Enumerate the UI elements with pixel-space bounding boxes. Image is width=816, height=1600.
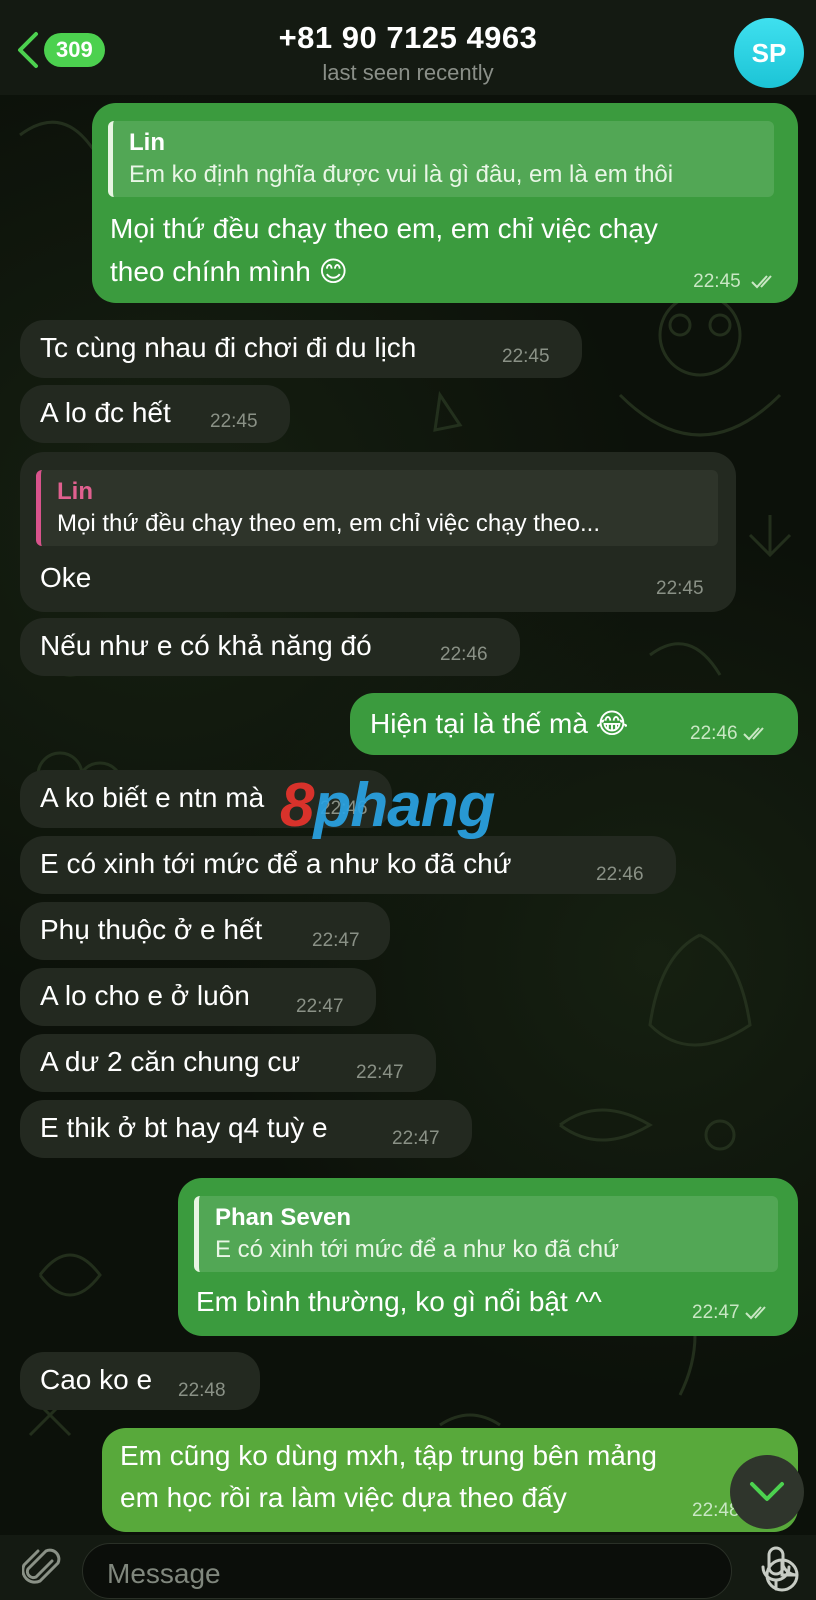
message-meta: 22:46 (690, 723, 770, 745)
message-input-placeholder: Message (107, 1558, 221, 1589)
avatar[interactable]: SP (734, 18, 804, 88)
message-text: Hiện tại là thế mà 😂 (370, 708, 629, 739)
reply-quote[interactable]: Lin Em ko định nghĩa được vui là gì đâu,… (108, 121, 774, 197)
message-time: 22:45 (210, 411, 258, 432)
message-bubble-outgoing[interactable]: Phan Seven E có xinh tới mức để a như ko… (178, 1178, 798, 1336)
chat-header: 309 +81 90 7125 4963 last seen recently … (0, 0, 816, 95)
message-text: A dư 2 căn chung cư (40, 1046, 301, 1077)
message-time: 22:47 (312, 930, 360, 951)
read-receipt-icon (751, 275, 772, 289)
message-text: A ko biết e ntn mà (40, 782, 265, 813)
message-input-bar: Message (0, 1535, 816, 1600)
message-text: A lo cho e ở luôn (40, 980, 250, 1011)
message-bubble-incoming[interactable]: A dư 2 căn chung cư 22:47 (20, 1034, 436, 1092)
microphone-icon[interactable] (758, 1545, 794, 1595)
scroll-to-bottom-button[interactable] (730, 1455, 804, 1529)
message-time: 22:45 (656, 578, 704, 599)
reply-quote[interactable]: Lin Mọi thứ đều chạy theo em, em chỉ việ… (36, 470, 718, 546)
message-time: 22:47 (296, 996, 344, 1017)
message-bubble-outgoing[interactable]: Hiện tại là thế mà 😂 22:46 (350, 693, 798, 755)
message-text: E thik ở bt hay q4 tuỳ e (40, 1112, 328, 1143)
message-bubble-incoming[interactable]: Nếu như e có khả năng đó 22:46 (20, 618, 520, 676)
message-bubble-incoming[interactable]: Tc cùng nhau đi chơi đi du lịch 22:45 (20, 320, 582, 378)
message-text: Nếu như e có khả năng đó (40, 630, 372, 661)
message-bubble-incoming[interactable]: Lin Mọi thứ đều chạy theo em, em chỉ việ… (20, 452, 736, 612)
message-bubble-incoming[interactable]: A lo cho e ở luôn 22:47 (20, 968, 376, 1026)
message-time: 22:46 (440, 644, 488, 665)
message-time: 22:46 (690, 723, 738, 744)
message-text: Em cũng ko dùng mxh, tập trung bên mảng (120, 1440, 657, 1471)
reply-author: Lin (129, 129, 165, 156)
paperclip-icon[interactable] (22, 1545, 62, 1591)
message-meta: 22:45 (693, 271, 778, 293)
message-text: em học rồi ra làm việc dựa theo đấy (120, 1482, 567, 1513)
message-text: theo chính mình 😊 (110, 256, 348, 287)
reply-text: Mọi thứ đều chạy theo em, em chỉ việc ch… (57, 510, 600, 537)
message-meta: 22:47 (692, 1302, 772, 1324)
message-time: 22:47 (392, 1128, 440, 1149)
message-text: Em bình thường, ko gì nổi bật ^^ (196, 1286, 602, 1317)
message-bubble-incoming[interactable]: E thik ở bt hay q4 tuỳ e 22:47 (20, 1100, 472, 1158)
message-bubble-incoming[interactable]: Phụ thuộc ở e hết 22:47 (20, 902, 390, 960)
message-time: 22:48 (178, 1380, 226, 1401)
message-time: 22:47 (356, 1062, 404, 1083)
message-text: A lo đc hết (40, 397, 171, 428)
read-receipt-icon (744, 1306, 766, 1320)
reply-author: Lin (57, 478, 93, 505)
reply-text: E có xinh tới mức để a như ko đã chứ (215, 1236, 620, 1263)
message-bubble-incoming[interactable]: E có xinh tới mức để a như ko đã chứ 22:… (20, 836, 676, 894)
last-seen-status: last seen recently (322, 60, 494, 85)
watermark-logo: 8phang (280, 771, 495, 840)
message-bubble-incoming[interactable]: Cao ko e 22:48 (20, 1352, 260, 1410)
message-text: Mọi thứ đều chạy theo em, em chỉ việc ch… (110, 213, 658, 244)
message-text: Tc cùng nhau đi chơi đi du lịch (40, 332, 417, 363)
message-bubble-incoming[interactable]: A lo đc hết 22:45 (20, 385, 290, 443)
reply-author: Phan Seven (215, 1204, 352, 1231)
chat-title[interactable]: +81 90 7125 4963 (0, 20, 816, 56)
chevron-down-icon (750, 1482, 784, 1501)
message-text: Oke (40, 562, 92, 593)
reply-text: Em ko định nghĩa được vui là gì đâu, em … (129, 161, 674, 188)
read-receipt-icon (742, 727, 764, 741)
message-input[interactable]: Message (82, 1543, 799, 1599)
message-text: Cao ko e (40, 1364, 153, 1395)
message-text: Phụ thuộc ở e hết (40, 914, 263, 945)
reply-quote[interactable]: Phan Seven E có xinh tới mức để a như ko… (194, 1196, 778, 1272)
message-time: 22:45 (502, 346, 550, 367)
message-time: 22:47 (692, 1302, 740, 1323)
message-bubble-outgoing[interactable]: Lin Em ko định nghĩa được vui là gì đâu,… (92, 103, 798, 303)
message-time: 22:45 (693, 271, 741, 292)
message-text: E có xinh tới mức để a như ko đã chứ (40, 848, 512, 879)
message-time: 22:46 (596, 864, 644, 885)
message-bubble-outgoing[interactable]: Em cũng ko dùng mxh, tập trung bên mảng … (102, 1428, 798, 1532)
